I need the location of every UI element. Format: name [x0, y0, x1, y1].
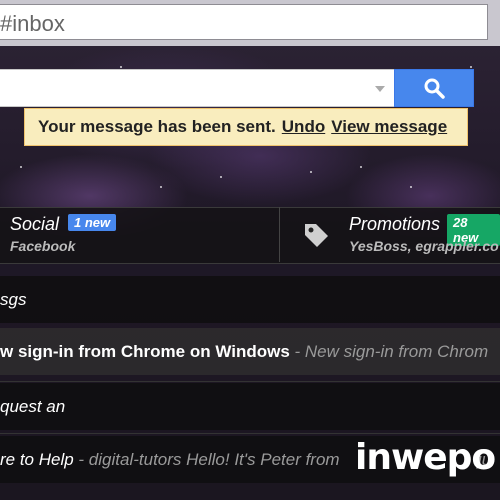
email-sender: w sign-in from Chrome on Windows	[0, 342, 290, 361]
star	[470, 66, 472, 68]
tab-divider	[279, 207, 280, 262]
email-subject: w sign-in from Chrome on Windows - New s…	[0, 342, 488, 362]
email-row[interactable]: quest an	[0, 383, 500, 430]
email-subject: re to Help - digital-tutors Hello! It's …	[0, 450, 340, 470]
search-icon	[424, 78, 445, 99]
search-button[interactable]	[394, 69, 474, 107]
row-separator	[0, 381, 500, 382]
star	[410, 186, 412, 188]
email-sender: re to Help	[0, 450, 74, 469]
email-sender: sgs	[0, 290, 27, 309]
star	[120, 66, 122, 68]
email-snippet: - New sign-in from Chrom	[289, 342, 489, 361]
search-options-caret-icon[interactable]	[375, 86, 385, 92]
tab-promotions-subtitle: YesBoss, egrappler.co	[349, 238, 499, 254]
star	[360, 166, 362, 168]
email-row[interactable]: w sign-in from Chrome on Windows - New s…	[0, 328, 500, 375]
address-bar-strip: #inbox	[0, 0, 500, 46]
tab-social-title: Social	[10, 214, 60, 234]
email-snippet: - digital-tutors Hello! It's Peter from	[73, 450, 340, 469]
search-input[interactable]	[0, 69, 395, 107]
email-sender: quest an	[0, 397, 66, 416]
star	[310, 171, 312, 173]
tab-social-subtitle: Facebook	[10, 238, 76, 254]
tab-social-badge: 1 new	[68, 214, 117, 231]
sent-notification: Your message has been sent. Undo View me…	[24, 108, 468, 146]
inwepo-logo: inwepo	[355, 437, 496, 478]
notification-message: Your message has been sent.	[38, 117, 276, 136]
address-text: #inbox	[0, 11, 65, 36]
row-separator	[0, 433, 500, 434]
tab-promotions-title: Promotions	[349, 214, 441, 234]
star	[220, 176, 222, 178]
tag-icon	[305, 224, 328, 247]
star	[160, 186, 162, 188]
address-bar[interactable]: #inbox	[0, 4, 488, 40]
view-message-link[interactable]: View message	[331, 117, 447, 137]
undo-link[interactable]: Undo	[282, 117, 325, 137]
email-row[interactable]: sgs	[0, 276, 500, 323]
star	[20, 166, 22, 168]
